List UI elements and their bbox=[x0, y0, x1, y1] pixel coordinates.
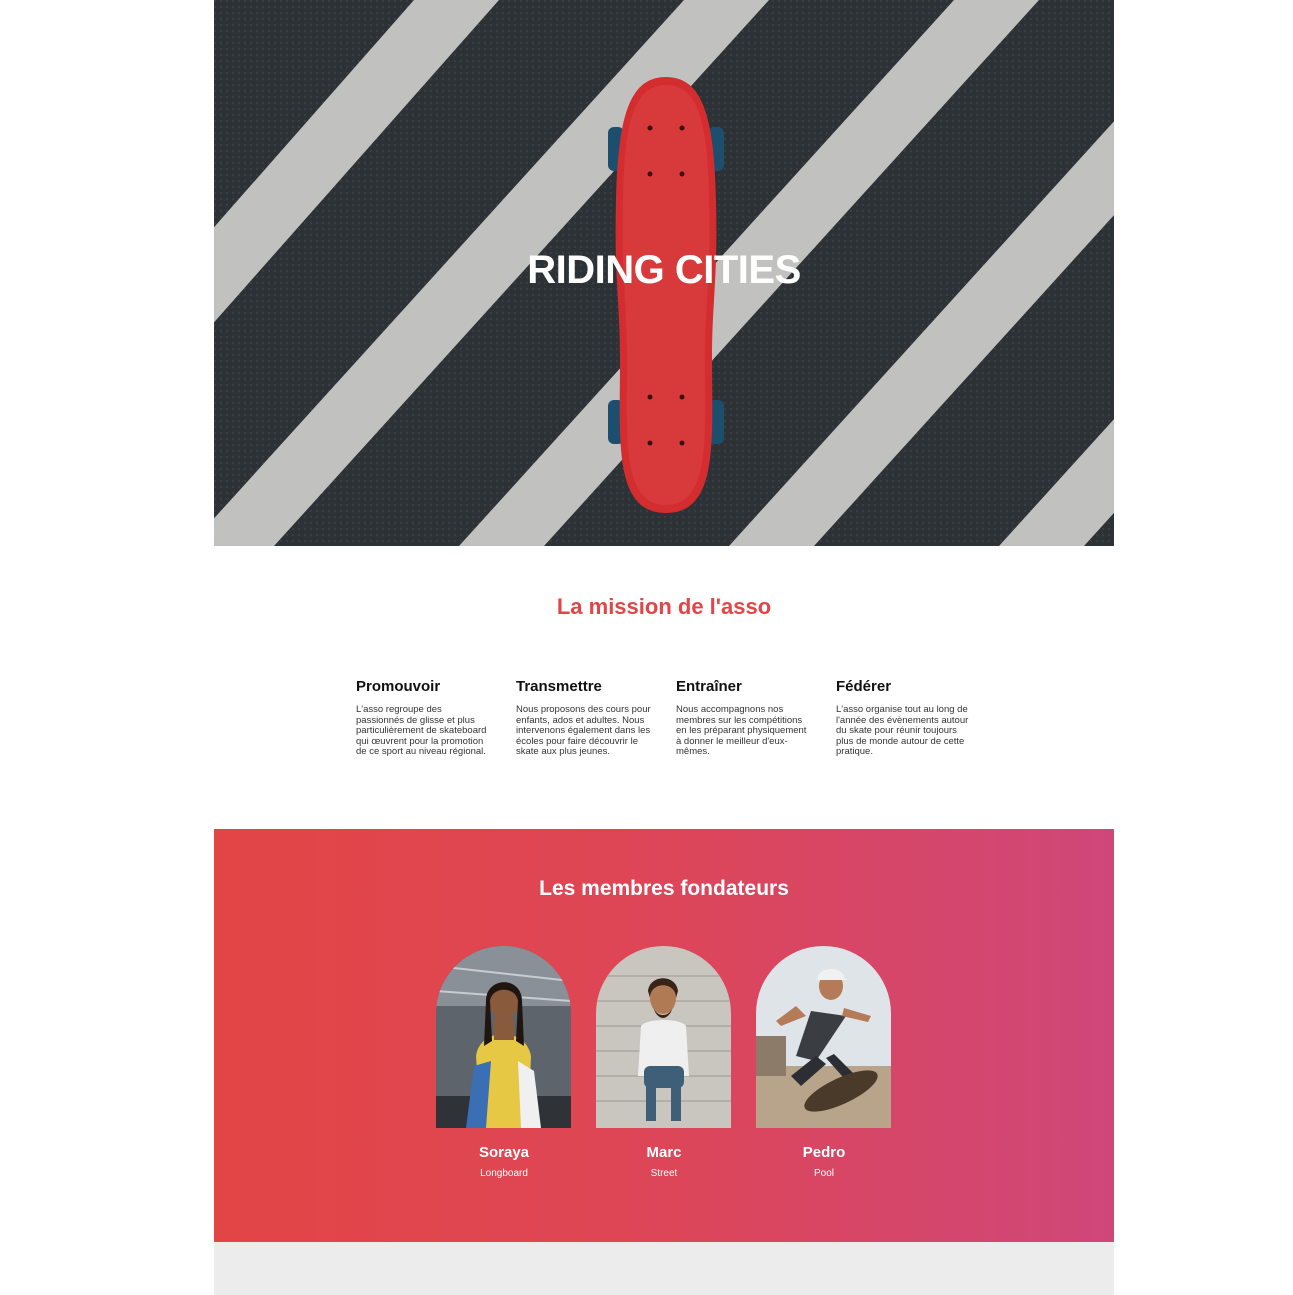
feature-title: Entraîner bbox=[676, 678, 742, 695]
feature-title: Transmettre bbox=[516, 678, 602, 695]
feature-title: Promouvoir bbox=[356, 678, 441, 695]
member-card-marc: Marc Street bbox=[596, 946, 732, 1179]
members-section: Les membres fondateurs Soraya Longboard bbox=[214, 829, 1114, 1242]
feature-transmettre: Transmettre Nous proposons des cours pou… bbox=[516, 678, 676, 758]
member-name: Marc bbox=[646, 1144, 682, 1161]
mission-features: Promouvoir L'asso regroupe des passionné… bbox=[356, 678, 996, 758]
member-role: Pool bbox=[813, 1168, 834, 1179]
member-card-soraya: Soraya Longboard bbox=[436, 946, 572, 1179]
member-photo bbox=[596, 946, 731, 1128]
member-name: Soraya bbox=[478, 1144, 530, 1161]
feature-federer: Fédérer L'asso organise tout au long de … bbox=[836, 678, 996, 758]
feature-entrainer: Entraîner Nous accompagnons nos membres … bbox=[676, 678, 836, 758]
member-name: Pedro bbox=[802, 1144, 846, 1161]
feature-text: Nous proposons des cours pour enfants, a… bbox=[516, 704, 651, 757]
feature-text: L'asso organise tout au long de l'année … bbox=[836, 704, 969, 757]
members-title: Les membres fondateurs bbox=[539, 877, 789, 900]
member-role: Longboard bbox=[480, 1168, 528, 1179]
member-photo bbox=[756, 946, 891, 1128]
mission-section: La mission de l'asso Promouvoir L'asso r… bbox=[214, 546, 1114, 829]
feature-title: Fédérer bbox=[836, 678, 892, 695]
member-role: Street bbox=[650, 1168, 678, 1179]
feature-promouvoir: Promouvoir L'asso regroupe des passionné… bbox=[356, 678, 516, 758]
member-card-pedro: Pedro Pool bbox=[756, 946, 892, 1179]
next-section-band bbox=[214, 1242, 1114, 1295]
feature-text: Nous accompagnons nos membres sur les co… bbox=[676, 704, 807, 757]
page: RIDING CITIES La mission de l'asso Promo… bbox=[214, 0, 1114, 1295]
feature-text: L'asso regroupe des passionnés de glisse… bbox=[356, 704, 487, 757]
hero-banner: RIDING CITIES bbox=[214, 0, 1114, 546]
mission-title: La mission de l'asso bbox=[556, 594, 772, 619]
member-photo bbox=[436, 946, 571, 1128]
hero-title: RIDING CITIES bbox=[527, 248, 801, 292]
